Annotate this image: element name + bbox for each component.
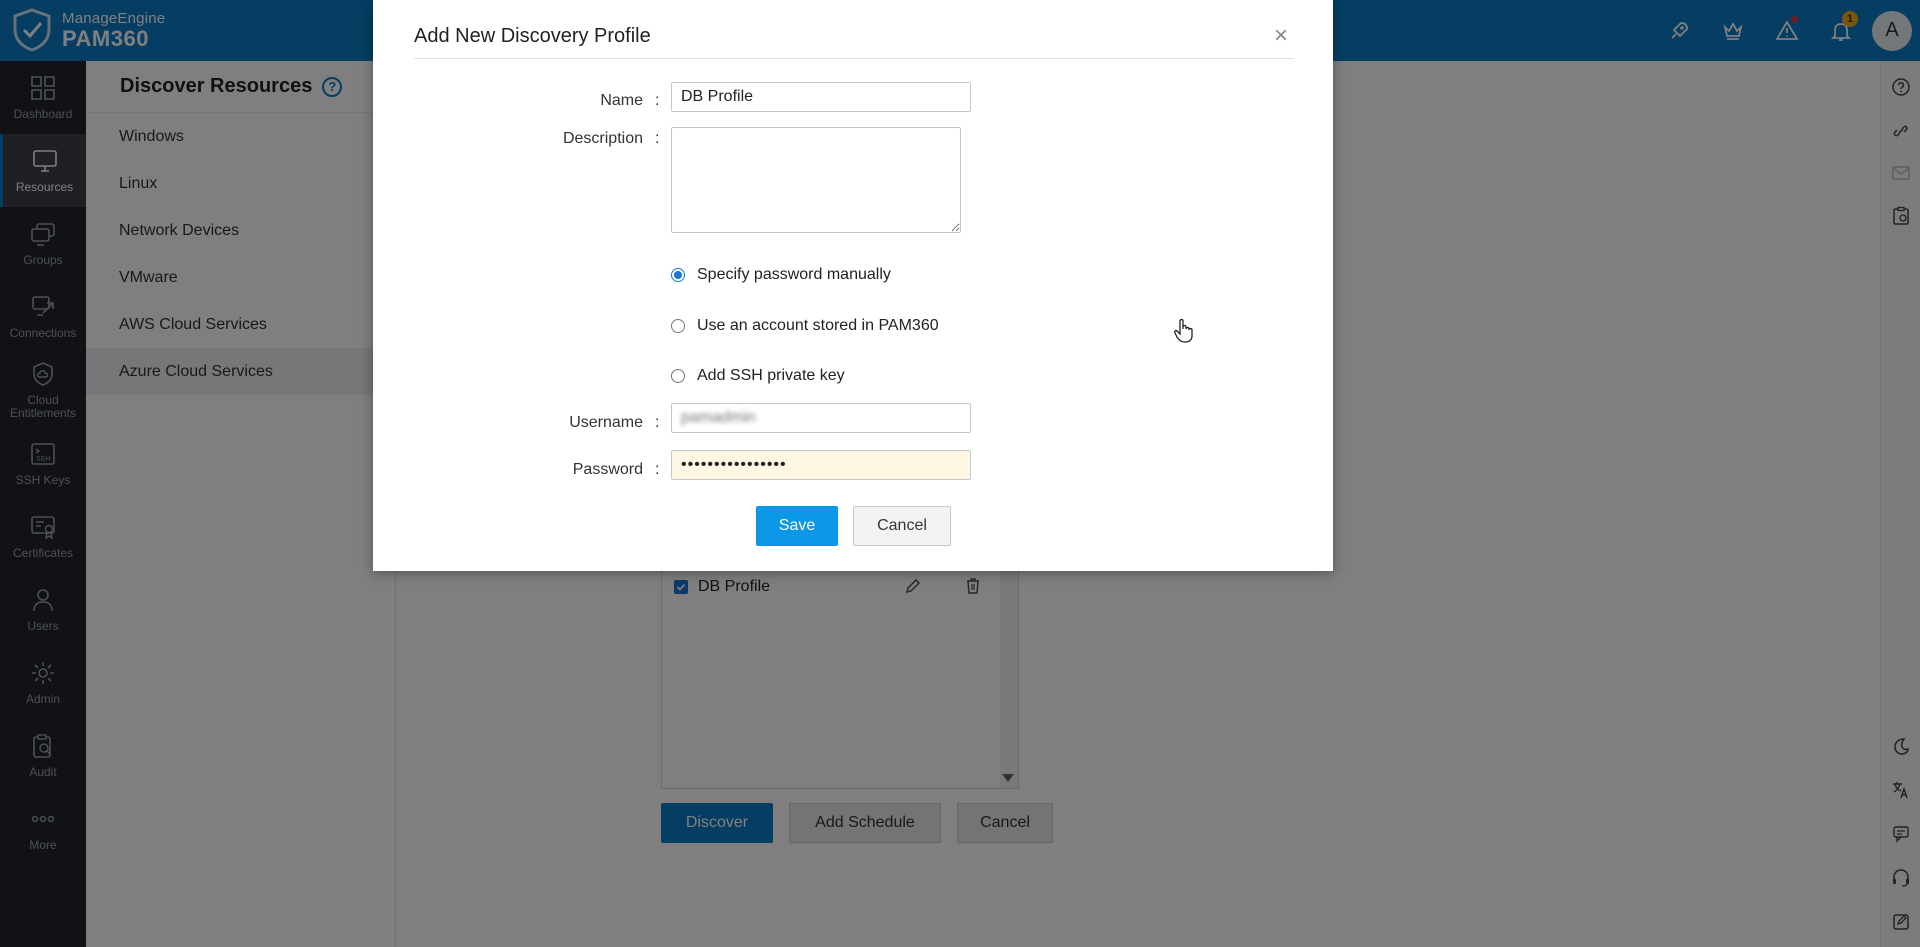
radio-button[interactable] [671, 268, 685, 282]
hand-cursor-icon [1174, 318, 1193, 343]
password-label: Password [572, 461, 643, 478]
radio-specify-password[interactable]: Specify password manually [671, 263, 891, 287]
radio-use-stored-account[interactable]: Use an account stored in PAM360 [671, 314, 939, 338]
radio-label: Use an account stored in PAM360 [697, 317, 939, 334]
name-field[interactable] [671, 82, 971, 112]
username-value: pamadmin [681, 409, 756, 426]
radio-ssh-key[interactable]: Add SSH private key [671, 364, 845, 388]
dialog-title: Add New Discovery Profile [414, 25, 651, 47]
password-value: •••••••••••••••• [681, 456, 787, 473]
name-label: Name [600, 92, 643, 109]
cancel-button[interactable]: Cancel [853, 506, 951, 546]
username-label: Username [569, 414, 643, 431]
radio-label: Specify password manually [697, 266, 891, 283]
radio-button[interactable] [671, 319, 685, 333]
divider [414, 58, 1294, 59]
colon: : [655, 130, 660, 147]
username-field[interactable]: pamadmin [671, 403, 971, 433]
description-label: Description [562, 130, 643, 147]
password-field[interactable]: •••••••••••••••• [671, 450, 971, 480]
radio-button[interactable] [671, 369, 685, 383]
colon: : [655, 92, 660, 109]
radio-label: Add SSH private key [697, 367, 845, 384]
description-field[interactable] [671, 127, 961, 233]
colon: : [655, 461, 660, 478]
save-button[interactable]: Save [756, 506, 838, 546]
close-icon[interactable]: × [1274, 22, 1288, 50]
colon: : [655, 414, 660, 431]
discovery-profile-dialog: Add New Discovery Profile × Name : Descr… [373, 0, 1333, 571]
